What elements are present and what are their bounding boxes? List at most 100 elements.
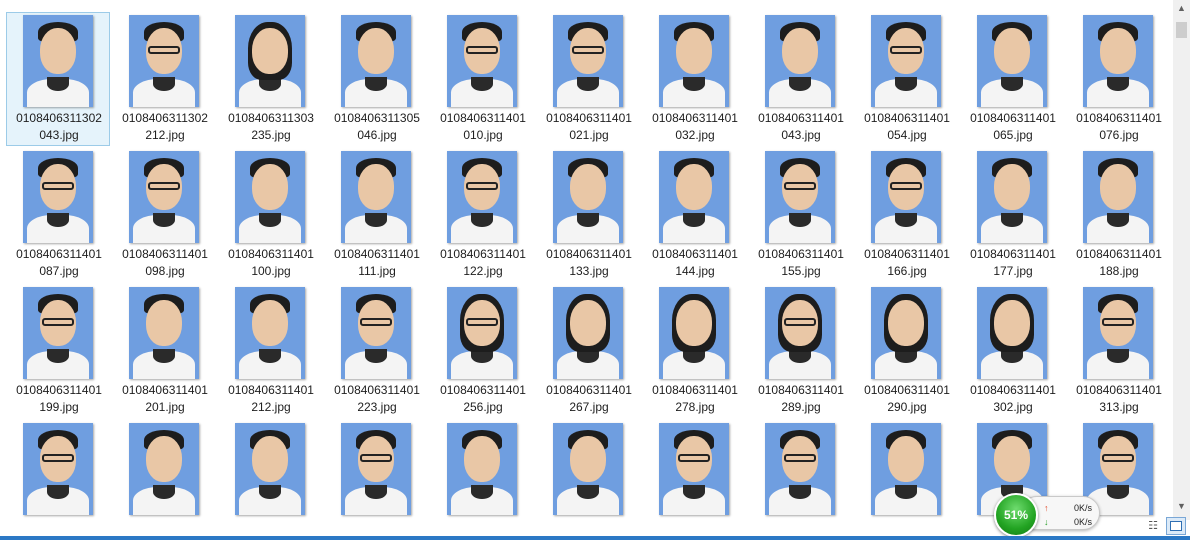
thumbnail-view-glyph [1170, 521, 1182, 531]
photo-preview [1083, 151, 1153, 243]
file-name-label: 0108406311401 302.jpg [970, 383, 1056, 414]
collar-shape [683, 213, 705, 227]
glasses-shape [466, 46, 498, 54]
collar-shape [471, 77, 493, 91]
collar-shape [895, 485, 917, 499]
file-thumbnail[interactable]: 0108406311401 188.jpg [1066, 148, 1170, 282]
file-name-label: 0108406311401 076.jpg [1076, 111, 1162, 142]
thumbnail-view-icon[interactable] [1166, 517, 1186, 535]
file-thumbnail[interactable]: 0108406311401 043.jpg [748, 12, 852, 146]
face-shape [252, 28, 288, 74]
photo-preview [1083, 287, 1153, 379]
file-thumbnail[interactable]: 0108406311401 032.jpg [642, 12, 746, 146]
file-thumbnail[interactable]: 0108406311303 235.jpg [218, 12, 322, 146]
network-speed-widget[interactable]: 51% ↑ 0K/s ↓ 0K/s [994, 493, 1102, 537]
photo-preview [765, 287, 835, 379]
face-shape [994, 28, 1030, 74]
file-thumbnail[interactable] [112, 420, 216, 540]
file-thumbnail[interactable]: 0108406311401 087.jpg [6, 148, 110, 282]
face-shape [1100, 28, 1136, 74]
file-thumbnail[interactable]: 0108406311401 290.jpg [854, 284, 958, 418]
file-thumbnail[interactable]: 0108406311401 144.jpg [642, 148, 746, 282]
glasses-shape [466, 318, 498, 326]
file-name-label: 0108406311401 133.jpg [546, 247, 632, 278]
file-thumbnail[interactable]: 0108406311401 065.jpg [960, 12, 1064, 146]
photo-preview [341, 151, 411, 243]
file-thumbnail[interactable]: 0108406311401 223.jpg [324, 284, 428, 418]
file-thumbnail[interactable]: 0108406311401 122.jpg [430, 148, 534, 282]
file-thumbnail[interactable]: 0108406311401 302.jpg [960, 284, 1064, 418]
file-thumbnail[interactable]: 0108406311401 021.jpg [536, 12, 640, 146]
file-name-label: 0108406311401 313.jpg [1076, 383, 1162, 414]
photo-preview [447, 423, 517, 515]
file-thumbnail[interactable] [324, 420, 428, 540]
file-thumbnail[interactable]: 0108406311401 100.jpg [218, 148, 322, 282]
file-name-label: 0108406311401 177.jpg [970, 247, 1056, 278]
file-thumbnail[interactable]: 0108406311401 177.jpg [960, 148, 1064, 282]
file-thumbnail[interactable] [854, 420, 958, 540]
file-thumbnail[interactable] [430, 420, 534, 540]
photo-preview [235, 423, 305, 515]
glasses-shape [466, 182, 498, 190]
file-thumbnail[interactable]: 0108406311401 256.jpg [430, 284, 534, 418]
file-thumbnail[interactable]: 0108406311401 010.jpg [430, 12, 534, 146]
collar-shape [153, 213, 175, 227]
photo-preview [235, 287, 305, 379]
file-thumbnail[interactable]: 0108406311401 289.jpg [748, 284, 852, 418]
face-shape [146, 300, 182, 346]
collar-shape [153, 77, 175, 91]
face-shape [464, 436, 500, 482]
vertical-scrollbar[interactable]: ▲ ▼ [1173, 0, 1190, 520]
file-thumbnail[interactable]: 0108406311401 054.jpg [854, 12, 958, 146]
file-thumbnail[interactable]: 0108406311401 133.jpg [536, 148, 640, 282]
file-thumbnail[interactable]: 0108406311401 098.jpg [112, 148, 216, 282]
file-thumbnail[interactable] [536, 420, 640, 540]
scroll-up-arrow-icon[interactable]: ▲ [1173, 0, 1190, 17]
file-thumbnail[interactable]: 0108406311401 278.jpg [642, 284, 746, 418]
file-thumbnail[interactable]: 0108406311401 155.jpg [748, 148, 852, 282]
download-arrow-icon: ↓ [1044, 517, 1049, 527]
collar-shape [683, 77, 705, 91]
face-shape [252, 300, 288, 346]
photo-preview [447, 287, 517, 379]
file-thumbnail[interactable]: 0108406311401 267.jpg [536, 284, 640, 418]
file-thumbnail[interactable]: 0108406311401 111.jpg [324, 148, 428, 282]
collar-shape [47, 213, 69, 227]
file-name-label: 0108406311401 144.jpg [652, 247, 738, 278]
file-name-label: 0108406311401 087.jpg [16, 247, 102, 278]
file-thumbnail[interactable] [748, 420, 852, 540]
photo-preview [235, 151, 305, 243]
file-thumbnail[interactable]: 0108406311302 043.jpg [6, 12, 110, 146]
scrollbar-thumb[interactable] [1176, 22, 1187, 38]
file-thumbnail[interactable]: 0108406311401 199.jpg [6, 284, 110, 418]
collar-shape [365, 485, 387, 499]
file-thumbnail[interactable] [6, 420, 110, 540]
speed-percent-badge[interactable]: 51% [994, 493, 1038, 537]
file-thumbnail[interactable]: 0108406311302 212.jpg [112, 12, 216, 146]
file-thumbnail[interactable] [642, 420, 746, 540]
file-thumbnail[interactable]: 0108406311401 076.jpg [1066, 12, 1170, 146]
file-name-label: 0108406311401 155.jpg [758, 247, 844, 278]
details-view-icon[interactable]: ☷ [1144, 518, 1162, 534]
file-thumbnail[interactable]: 0108406311305 046.jpg [324, 12, 428, 146]
file-name-label: 0108406311305 046.jpg [334, 111, 420, 142]
glasses-shape [42, 454, 74, 462]
photo-preview [129, 423, 199, 515]
file-thumbnail[interactable]: 0108406311401 201.jpg [112, 284, 216, 418]
file-thumbnail[interactable]: 0108406311401 166.jpg [854, 148, 958, 282]
photo-preview [447, 151, 517, 243]
scroll-down-arrow-icon[interactable]: ▼ [1173, 498, 1190, 515]
file-name-label: 0108406311401 032.jpg [652, 111, 738, 142]
collar-shape [153, 485, 175, 499]
file-name-label: 0108406311401 256.jpg [440, 383, 526, 414]
photo-preview [871, 287, 941, 379]
collar-shape [577, 213, 599, 227]
photo-preview [659, 15, 729, 107]
collar-shape [895, 213, 917, 227]
collar-shape [1107, 485, 1129, 499]
file-thumbnail[interactable]: 0108406311401 313.jpg [1066, 284, 1170, 418]
face-shape [40, 28, 76, 74]
file-thumbnail[interactable]: 0108406311401 212.jpg [218, 284, 322, 418]
file-thumbnail[interactable] [218, 420, 322, 540]
collar-shape [471, 485, 493, 499]
